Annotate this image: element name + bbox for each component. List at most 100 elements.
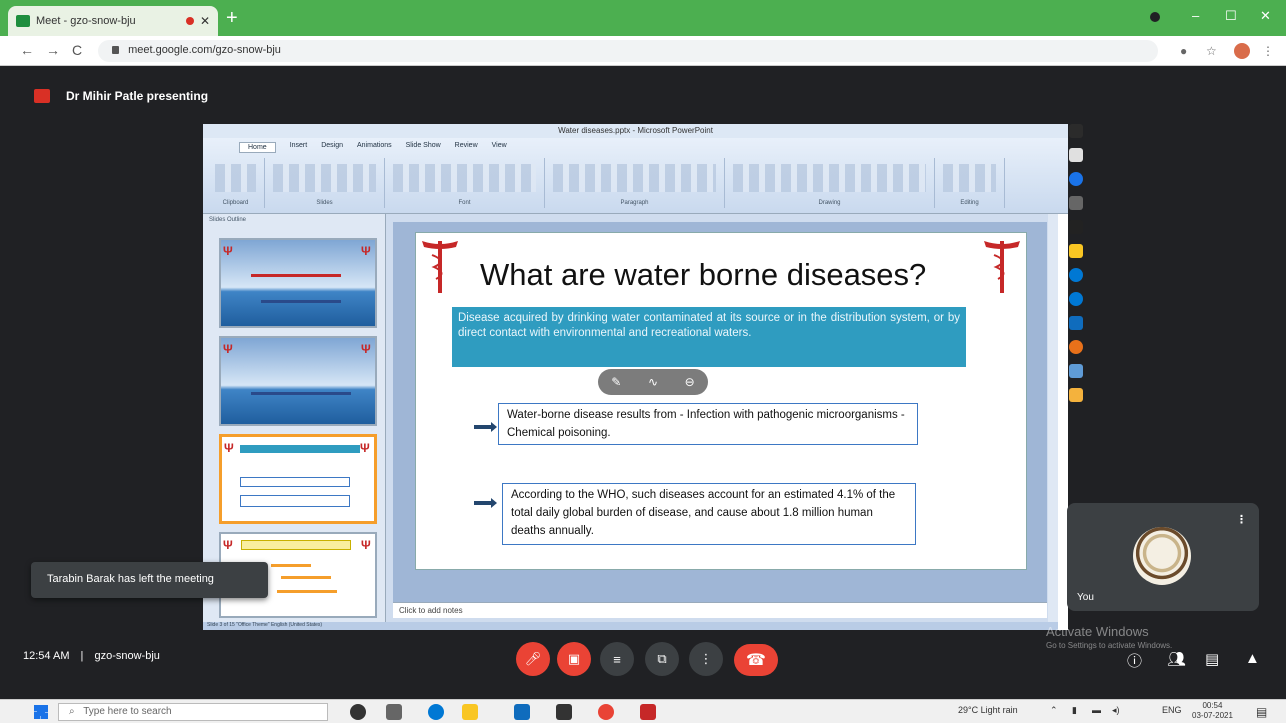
browser-menu-icon[interactable]: ⋮: [1262, 44, 1274, 58]
minimize-button[interactable]: –: [1192, 8, 1199, 23]
activate-windows-watermark: Activate Windows Go to Settings to activ…: [1046, 624, 1172, 650]
ribbon-group-font: Font: [385, 158, 545, 208]
mic-off-button[interactable]: 🎤︎: [516, 642, 550, 676]
captions-button[interactable]: ≡: [600, 642, 634, 676]
cortana-icon[interactable]: [350, 704, 366, 720]
people-icon[interactable]: 👥︎: [1167, 650, 1186, 668]
window-close-button[interactable]: ✕: [1260, 8, 1271, 24]
app-icon: [1069, 148, 1083, 162]
mail-icon[interactable]: [514, 704, 530, 720]
annotation-pill[interactable]: ✎ ∿ ⊖: [598, 369, 708, 395]
ribbon-tab: Animations: [357, 142, 392, 149]
app-icon: [1069, 364, 1083, 378]
clock-date: 03-07-2021: [1192, 711, 1233, 720]
browser-toolbar: ← → C meet.google.com/gzo-snow-bju ● ☆ ⋮: [0, 36, 1286, 66]
ppt-status-bar: Slide 3 of 15 "Office Theme" English (Un…: [203, 622, 1058, 630]
present-button[interactable]: ⧉: [645, 642, 679, 676]
task-view-icon[interactable]: [386, 704, 402, 720]
acrobat-icon[interactable]: [640, 704, 656, 720]
ribbon-tab: Slide Show: [405, 142, 441, 149]
participant-left-toast: Tarabin Barak has left the meeting: [31, 562, 268, 598]
clock[interactable]: 00:54 03-07-2021: [1192, 701, 1233, 721]
self-label: You: [1077, 592, 1094, 603]
chrome-icon[interactable]: [598, 704, 614, 720]
highlight-icon[interactable]: ∿: [648, 375, 658, 389]
new-tab-button[interactable]: +: [226, 8, 238, 28]
pointer-icon[interactable]: ✎: [611, 375, 621, 389]
meet-favicon-icon: [16, 15, 30, 27]
slide-thumbnail: ΨΨ: [219, 238, 377, 328]
shared-screen-side-icons: [1066, 124, 1086, 402]
notes-pane: Click to add notes: [393, 602, 1047, 618]
app-icon: [1069, 340, 1083, 354]
phone-hangup-icon: ☎: [746, 652, 766, 669]
current-slide: What are water borne diseases? Disease a…: [415, 232, 1027, 570]
more-options-button[interactable]: ⋮: [689, 642, 723, 676]
recording-dot-icon: [185, 17, 194, 25]
ppt-vertical-scrollbar: [1048, 214, 1058, 622]
present-screen-icon: [34, 89, 50, 103]
ppt-ribbon: Home Insert Design Animations Slide Show…: [203, 138, 1068, 214]
tile-options-icon[interactable]: ⋮: [1236, 513, 1247, 526]
bookmark-star-icon[interactable]: ☆: [1206, 44, 1217, 58]
thumbnail-panel-tabs: Slides Outline: [209, 217, 247, 223]
camera-off-button[interactable]: ▣: [557, 642, 591, 676]
ppt-ribbon-tabs: Home Insert Design Animations Slide Show…: [239, 142, 507, 153]
maximize-button[interactable]: ☐: [1225, 8, 1237, 24]
slide-title: What are water borne diseases?: [480, 257, 927, 292]
meeting-info-icon[interactable]: ⓘ: [1127, 650, 1142, 671]
edge-icon: [1069, 292, 1083, 306]
file-explorer-icon[interactable]: [462, 704, 478, 720]
weather-widget[interactable]: 29°C Light rain: [958, 705, 1018, 715]
profile-indicator-icon: [1150, 12, 1160, 22]
forward-button[interactable]: →: [46, 42, 60, 58]
network-icon[interactable]: ▮: [1072, 705, 1077, 716]
camera-off-icon: ▣: [567, 651, 581, 666]
slide-thumbnail-selected: ΨΨ: [219, 434, 377, 524]
meeting-details: 12:54 AM | gzo-snow-bju: [23, 650, 160, 662]
store-icon[interactable]: [556, 704, 572, 720]
language-indicator[interactable]: ENG: [1162, 705, 1182, 715]
slide-thumbnail-panel: Slides Outline ΨΨ ΨΨ ΨΨ ΨΨ: [203, 214, 386, 622]
bullet-arrow-icon: [474, 422, 497, 432]
camera-permission-icon[interactable]: ●: [1180, 44, 1187, 58]
tab-close-button[interactable]: ✕: [200, 14, 210, 28]
notifications-icon[interactable]: ▤: [1256, 705, 1267, 719]
browser-tab[interactable]: Meet - gzo-snow-bju ✕: [8, 6, 218, 36]
chat-icon[interactable]: ▤: [1205, 650, 1219, 668]
ribbon-group-paragraph: Paragraph: [545, 158, 725, 208]
self-video-tile[interactable]: ⋮ You: [1067, 503, 1259, 611]
meeting-code: gzo-snow-bju: [94, 650, 160, 662]
ribbon-tab: Home: [239, 142, 276, 153]
present-icon: ⧉: [657, 651, 667, 666]
erase-icon[interactable]: ⊖: [685, 375, 695, 389]
taskbar-search[interactable]: ⌕ Type here to search: [58, 703, 328, 721]
profile-avatar[interactable]: [1234, 43, 1250, 59]
volume-icon[interactable]: ◂): [1112, 705, 1120, 716]
browser-tab-strip: Meet - gzo-snow-bju ✕ + – ☐ ✕: [0, 0, 1286, 36]
bullet-arrow-icon: [474, 498, 497, 508]
clock-time: 00:54: [1202, 701, 1223, 710]
more-vert-icon: ⋮: [699, 651, 713, 666]
self-avatar: [1133, 527, 1191, 585]
app-icon: [1069, 316, 1083, 330]
slide-thumbnail: ΨΨ: [219, 336, 377, 426]
edge-icon: [1069, 268, 1083, 282]
reload-button[interactable]: C: [72, 42, 82, 58]
app-icon: [1069, 124, 1083, 138]
activities-icon[interactable]: ▲: [1245, 650, 1260, 667]
app-icon: [1069, 388, 1083, 402]
caduceus-left-icon: [422, 241, 458, 293]
tray-chevron-icon[interactable]: ⌃: [1050, 705, 1058, 716]
address-bar[interactable]: meet.google.com/gzo-snow-bju: [98, 40, 1158, 62]
windows-start-icon[interactable]: [34, 705, 48, 719]
battery-icon[interactable]: ▬: [1092, 705, 1101, 715]
back-button[interactable]: ←: [20, 42, 34, 58]
watermark-title: Activate Windows: [1046, 624, 1149, 639]
end-call-button[interactable]: ☎: [734, 644, 778, 676]
watermark-subtitle: Go to Settings to activate Windows.: [1046, 641, 1173, 650]
lock-icon: [112, 46, 119, 54]
ribbon-tab: Design: [321, 142, 343, 149]
app-icon: [1069, 244, 1083, 258]
edge-icon[interactable]: [428, 704, 444, 720]
